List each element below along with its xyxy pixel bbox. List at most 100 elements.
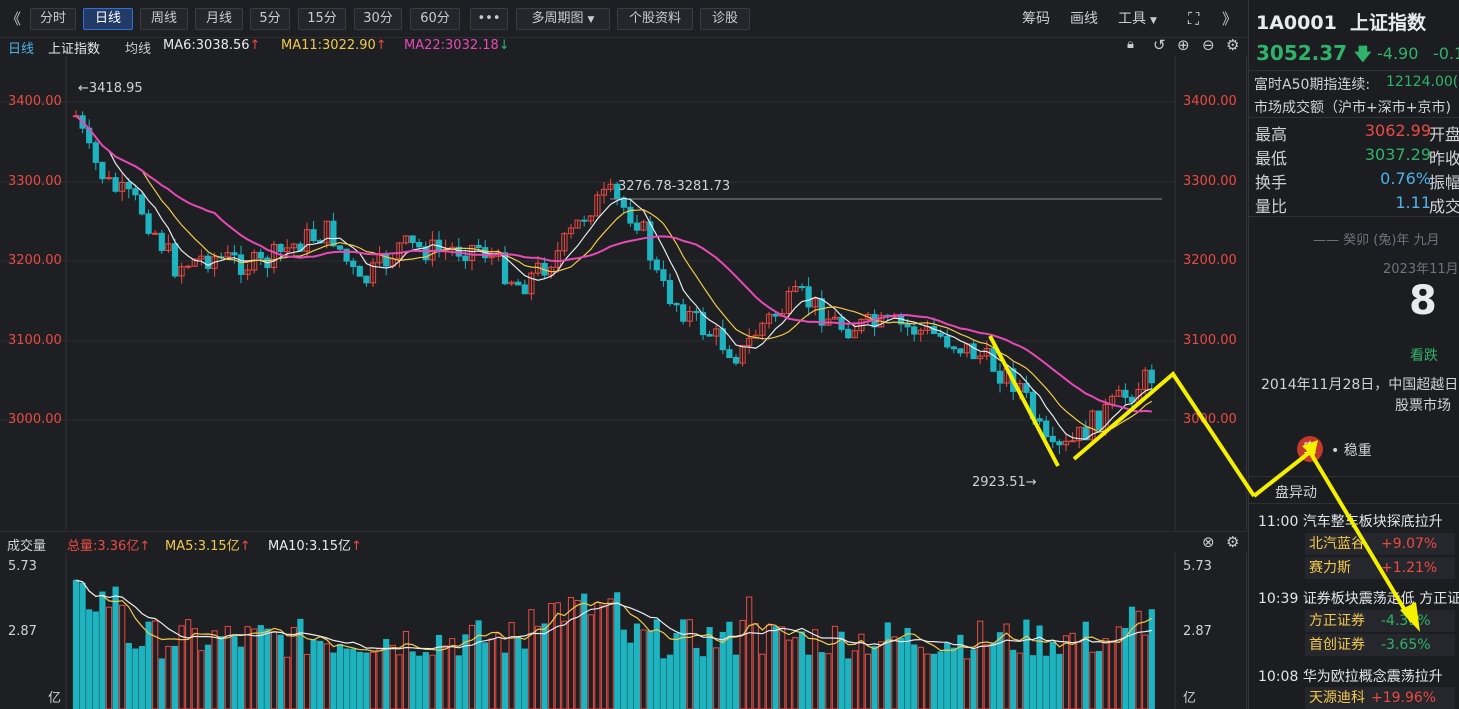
- stock-code-title: 1A0001 上证指数: [1256, 12, 1427, 34]
- settings-gear-icon[interactable]: ⚙: [1226, 533, 1239, 551]
- back-icon[interactable]: 《: [6, 8, 21, 30]
- range-annotation: 3276.78-3281.73: [618, 179, 731, 194]
- chevron-down-icon: ▼: [1150, 16, 1157, 26]
- close-icon[interactable]: ⊗: [1202, 533, 1215, 551]
- stat-label: 量比: [1255, 197, 1288, 216]
- tab-5min[interactable]: 5分: [250, 8, 290, 30]
- stat-value-volume-ratio: 1.11: [1395, 193, 1431, 212]
- turnover-label: 市场成交额（沪市+深市+京市): [1254, 100, 1451, 116]
- tab-monthly[interactable]: 月线: [195, 8, 243, 30]
- multi-period-dropdown[interactable]: 多周期图 ▼: [516, 8, 610, 30]
- stat-value-low: 3037.29: [1364, 145, 1431, 164]
- price-pane[interactable]: 3400.00 3300.00 3200.00 3100.00 3000.00 …: [0, 56, 1247, 531]
- calendar-month: 2023年11月: [1383, 262, 1459, 277]
- volume-tick-right: 5.73: [1183, 559, 1212, 574]
- lunar-date: —— 癸卯 (兔)年 九月: [1313, 233, 1440, 248]
- tab-weekly[interactable]: 周线: [140, 8, 188, 30]
- more-button[interactable]: •••: [470, 8, 508, 30]
- price-change-pct: -0.1: [1433, 44, 1459, 63]
- last-price: 3052.37 🡇︎: [1256, 41, 1372, 65]
- futures-value: 12124.00(: [1386, 74, 1459, 90]
- volume-pane[interactable]: 5.73 2.87 亿 5.73 2.87 亿: [0, 553, 1247, 709]
- stock-info-button[interactable]: 个股资料: [617, 8, 693, 30]
- calendar-day: 8: [1409, 278, 1437, 324]
- alert-stock[interactable]: 方正证券 -4.39%: [1305, 610, 1455, 632]
- history-event: 2014年11月28日，中国超越日: [1261, 377, 1459, 393]
- yi-text: • 稳重: [1331, 443, 1372, 459]
- price-tick-right: 3300.00: [1183, 174, 1237, 189]
- zoom-in-icon[interactable]: ⊕: [1177, 36, 1190, 54]
- period-label: 日线: [8, 42, 35, 57]
- volume-ma10: MA10:3.15亿↑: [268, 539, 362, 554]
- multi-period-label: 多周期图: [531, 11, 584, 26]
- alert-item[interactable]: 10:39 证券板块震荡走低 方正证: [1258, 588, 1459, 608]
- tools-label: 工具: [1118, 11, 1146, 27]
- alert-stock[interactable]: 天源迪科 +19.96%: [1305, 687, 1455, 709]
- stat-tail: 昨收: [1429, 149, 1459, 168]
- lock-icon[interactable]: 🔒︎: [1127, 37, 1134, 52]
- futures-label: 富时A50期指连续:: [1254, 77, 1371, 93]
- undo-icon[interactable]: ↺: [1153, 36, 1166, 54]
- volume-tick-left: 2.87: [8, 624, 37, 639]
- stat-value-turnover: 0.76%: [1380, 169, 1431, 188]
- stat-tail: 成交: [1429, 197, 1459, 216]
- ma6-value: MA6:3038.56↑: [163, 38, 261, 53]
- tab-daily[interactable]: 日线: [83, 8, 133, 30]
- chart-toolbar: 《 分时 日线 周线 月线 5分 15分 30分 60分 ••• 多周期图 ▼ 个…: [0, 0, 1247, 38]
- tab-30min[interactable]: 30分: [354, 8, 402, 30]
- price-tick-right: 3000.00: [1183, 412, 1237, 427]
- collapse-icon[interactable]: 》: [1222, 8, 1237, 30]
- draw-line-button[interactable]: 画线: [1070, 8, 1098, 30]
- volume-tick-left: 5.73: [8, 559, 37, 574]
- price-tick-left: 3300.00: [8, 174, 62, 189]
- price-tick-right: 3200.00: [1183, 253, 1237, 268]
- chevron-down-icon: ▼: [587, 15, 595, 25]
- index-name: 上证指数: [48, 42, 101, 57]
- quote-panel: 1A0001 上证指数 3052.37 🡇︎ -4.90 -0.1 富时A50期…: [1248, 0, 1459, 709]
- ma22-value: MA22:3032.18↓: [404, 38, 510, 53]
- price-tick-left: 3100.00: [8, 333, 62, 348]
- alert-item[interactable]: 10:08 华为欧拉概念震荡拉升: [1258, 666, 1443, 686]
- high-annotation: ←3418.95: [78, 81, 143, 96]
- yi-badge: 宜: [1297, 436, 1323, 462]
- stat-label: 最高: [1255, 125, 1288, 144]
- stat-tail: 振幅: [1429, 173, 1459, 192]
- price-tick-left: 3200.00: [8, 253, 62, 268]
- volume-unit-left: 亿: [48, 691, 62, 706]
- alert-stock[interactable]: 首创证券 -3.65%: [1305, 634, 1455, 656]
- volume-chart: [65, 553, 1176, 709]
- stat-label: 最低: [1255, 149, 1288, 168]
- alert-stock[interactable]: 赛力斯 +1.21%: [1305, 557, 1455, 579]
- candlestick-chart: [0, 56, 1176, 531]
- stat-tail: 开盘: [1429, 125, 1459, 144]
- alert-stock[interactable]: 北汽蓝谷 +9.07%: [1305, 533, 1455, 555]
- ma-legend: 日线 上证指数 均线 MA6:3038.56↑ MA11:3022.90↑ MA…: [0, 36, 1247, 57]
- ma-switch[interactable]: 均线: [125, 38, 151, 57]
- history-event-tail: 股票市场: [1395, 398, 1451, 414]
- zoom-out-icon[interactable]: ⊖: [1202, 36, 1215, 54]
- tools-dropdown[interactable]: 工具 ▼: [1118, 8, 1157, 30]
- stat-label: 换手: [1255, 173, 1288, 192]
- tab-intraday[interactable]: 分时: [30, 8, 76, 30]
- price-tick-right: 3400.00: [1183, 94, 1237, 109]
- price-change: -4.90: [1377, 44, 1419, 63]
- volume-unit-right: 亿: [1183, 691, 1197, 706]
- settings-gear-icon[interactable]: ⚙: [1226, 36, 1239, 54]
- volume-ma5: MA5:3.15亿↑: [165, 539, 251, 554]
- price-tick-left: 3400.00: [8, 94, 62, 109]
- alerts-title: 盘异动: [1275, 485, 1317, 501]
- volume-total: 总量:3.36亿↑: [67, 539, 151, 554]
- price-tick-left: 3000.00: [8, 412, 62, 427]
- volume-header: 成交量 总量:3.36亿↑ MA5:3.15亿↑ MA10:3.15亿↑ ⊗ ⚙: [0, 531, 1247, 554]
- diagnose-button[interactable]: 诊股: [700, 8, 750, 30]
- alert-item[interactable]: 11:00 汽车整车板块探底拉升: [1258, 511, 1443, 531]
- tab-60min[interactable]: 60分: [410, 8, 460, 30]
- tab-15min[interactable]: 15分: [298, 8, 346, 30]
- volume-title: 成交量: [7, 539, 47, 554]
- down-arrow-icon: 🡇︎: [1354, 45, 1372, 65]
- sentiment-label: 看跌: [1410, 348, 1438, 364]
- expand-icon[interactable]: ⛶: [1188, 8, 1199, 30]
- chips-button[interactable]: 筹码: [1022, 8, 1050, 30]
- stat-value-high: 3062.99: [1364, 121, 1431, 140]
- low-annotation: 2923.51→: [972, 475, 1037, 490]
